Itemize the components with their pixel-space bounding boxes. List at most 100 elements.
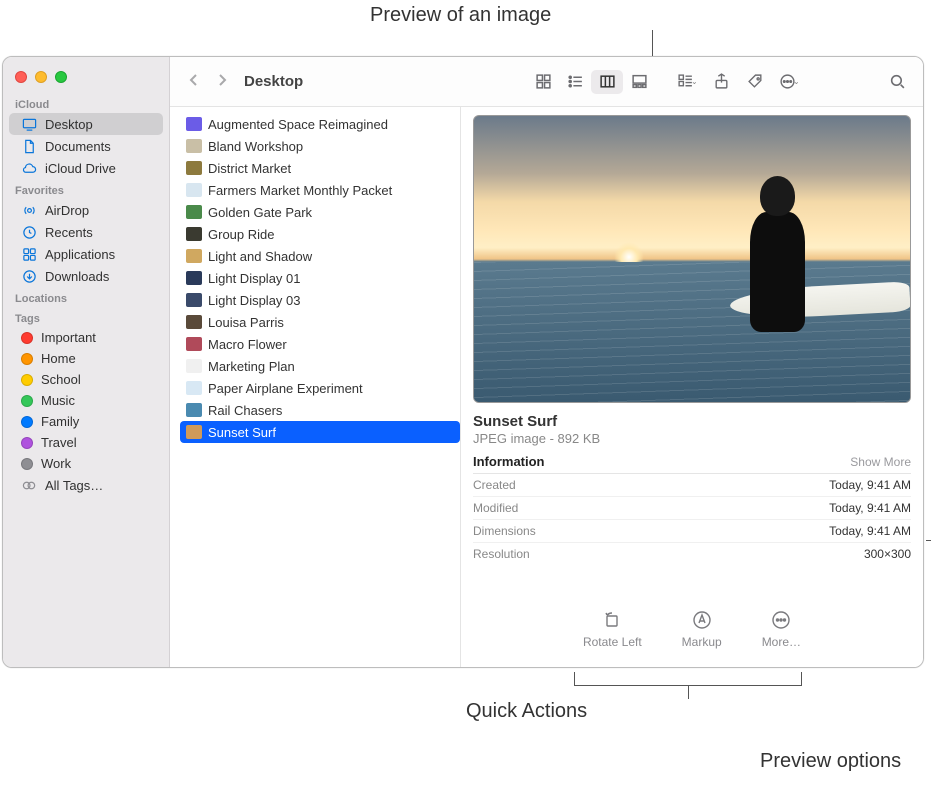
file-thumbnail-icon xyxy=(186,183,202,197)
column-view-button[interactable] xyxy=(591,70,623,94)
sidebar-tag-alltags[interactable]: All Tags… xyxy=(9,474,163,496)
cloud-icon xyxy=(21,160,37,176)
window-controls xyxy=(3,67,169,93)
preview-pane: Sunset Surf JPEG image - 892 KB Informat… xyxy=(460,107,923,667)
file-item[interactable]: Louisa Parris xyxy=(180,311,460,333)
file-thumbnail-icon xyxy=(186,271,202,285)
markup-icon xyxy=(689,609,715,631)
share-button[interactable] xyxy=(707,70,735,94)
info-row: Resolution300×300 xyxy=(473,543,911,565)
file-item[interactable]: Light and Shadow xyxy=(180,245,460,267)
sidebar-label: Work xyxy=(41,456,71,471)
close-window-button[interactable] xyxy=(15,71,27,83)
view-switcher xyxy=(527,70,655,94)
sidebar-tag-family[interactable]: Family xyxy=(9,411,163,432)
tag-dot-icon xyxy=(21,395,33,407)
location-title: Desktop xyxy=(244,73,303,90)
file-label: District Market xyxy=(208,161,291,176)
sidebar-section-tags: Tags xyxy=(3,307,169,327)
sidebar-tag-school[interactable]: School xyxy=(9,369,163,390)
tag-dot-icon xyxy=(21,437,33,449)
file-item[interactable]: Marketing Plan xyxy=(180,355,460,377)
file-item[interactable]: Augmented Space Reimagined xyxy=(180,113,460,135)
file-item[interactable]: Light Display 03 xyxy=(180,289,460,311)
sidebar-item-desktop[interactable]: Desktop xyxy=(9,113,163,135)
sidebar-item-downloads[interactable]: Downloads xyxy=(9,265,163,287)
file-item[interactable]: Bland Workshop xyxy=(180,135,460,157)
main-area: Desktop ⌄ ⌄ Augmented Space Reimagined Bl… xyxy=(170,57,923,667)
gallery-view-button[interactable] xyxy=(623,70,655,94)
sidebar-item-airdrop[interactable]: AirDrop xyxy=(9,199,163,221)
sidebar-tag-music[interactable]: Music xyxy=(9,390,163,411)
list-view-button[interactable] xyxy=(559,70,591,94)
file-thumbnail-icon xyxy=(186,139,202,153)
quick-action-rotate[interactable]: Rotate Left xyxy=(583,609,642,649)
sidebar-item-documents[interactable]: Documents xyxy=(9,135,163,157)
file-item[interactable]: Macro Flower xyxy=(180,333,460,355)
file-thumbnail-icon xyxy=(186,293,202,307)
quick-action-label: More… xyxy=(762,635,801,649)
file-label: Golden Gate Park xyxy=(208,205,312,220)
back-button[interactable] xyxy=(188,73,200,90)
annotation-quick-actions: Quick Actions xyxy=(466,700,587,723)
sidebar-section-icloud: iCloud xyxy=(3,93,169,113)
file-label: Farmers Market Monthly Packet xyxy=(208,183,392,198)
file-label: Sunset Surf xyxy=(208,425,276,440)
sidebar-label: AirDrop xyxy=(45,203,89,218)
quick-actions-bar: Rotate Left Markup More… xyxy=(473,595,911,659)
file-label: Macro Flower xyxy=(208,337,287,352)
sidebar-label: Desktop xyxy=(45,117,93,132)
finder-window: iCloud Desktop Documents iCloud Drive Fa… xyxy=(2,56,924,668)
sidebar-label: Travel xyxy=(41,435,77,450)
sidebar-section-locations: Locations xyxy=(3,287,169,307)
sidebar-tag-travel[interactable]: Travel xyxy=(9,432,163,453)
quick-action-markup[interactable]: Markup xyxy=(682,609,722,649)
file-thumbnail-icon xyxy=(186,403,202,417)
tag-dot-icon xyxy=(21,374,33,386)
show-more-button[interactable]: Show More xyxy=(850,455,911,469)
file-item[interactable]: Paper Airplane Experiment xyxy=(180,377,460,399)
sidebar-tag-work[interactable]: Work xyxy=(9,453,163,474)
minimize-window-button[interactable] xyxy=(35,71,47,83)
info-key: Created xyxy=(473,478,516,492)
file-thumbnail-icon xyxy=(186,117,202,131)
sidebar-label: Downloads xyxy=(45,269,109,284)
file-label: Marketing Plan xyxy=(208,359,295,374)
sidebar-item-recents[interactable]: Recents xyxy=(9,221,163,243)
zoom-window-button[interactable] xyxy=(55,71,67,83)
file-item[interactable]: Golden Gate Park xyxy=(180,201,460,223)
airdrop-icon xyxy=(21,202,37,218)
file-item[interactable]: Farmers Market Monthly Packet xyxy=(180,179,460,201)
info-value: Today, 9:41 AM xyxy=(829,524,911,538)
info-value: Today, 9:41 AM xyxy=(829,478,911,492)
sidebar-item-applications[interactable]: Applications xyxy=(9,243,163,265)
info-row: Created Today, 9:41 AM xyxy=(473,474,911,497)
group-by-button[interactable]: ⌄ xyxy=(673,70,701,94)
sidebar-label: Applications xyxy=(45,247,115,262)
file-item[interactable]: Sunset Surf xyxy=(180,421,460,443)
info-key: Dimensions xyxy=(473,524,536,538)
download-icon xyxy=(21,268,37,284)
desktop-icon xyxy=(21,116,37,132)
sidebar-tag-important[interactable]: Important xyxy=(9,327,163,348)
sidebar-item-icloud-drive[interactable]: iCloud Drive xyxy=(9,157,163,179)
tag-dot-icon xyxy=(21,332,33,344)
info-key: Modified xyxy=(473,501,518,515)
info-value: 300×300 xyxy=(864,547,911,561)
search-button[interactable] xyxy=(883,70,911,94)
quick-action-more[interactable]: More… xyxy=(762,609,801,649)
file-item[interactable]: Rail Chasers xyxy=(180,399,460,421)
file-item[interactable]: Light Display 01 xyxy=(180,267,460,289)
tag-dot-icon xyxy=(21,416,33,428)
sidebar-tag-home[interactable]: Home xyxy=(9,348,163,369)
rotate-icon xyxy=(599,609,625,631)
edit-tags-button[interactable] xyxy=(741,70,769,94)
file-label: Bland Workshop xyxy=(208,139,303,154)
forward-button[interactable] xyxy=(216,73,228,90)
file-item[interactable]: District Market xyxy=(180,157,460,179)
file-thumbnail-icon xyxy=(186,337,202,351)
action-menu-button[interactable]: ⌄ xyxy=(775,70,803,94)
file-item[interactable]: Group Ride xyxy=(180,223,460,245)
sidebar-label: Recents xyxy=(45,225,93,240)
icon-view-button[interactable] xyxy=(527,70,559,94)
